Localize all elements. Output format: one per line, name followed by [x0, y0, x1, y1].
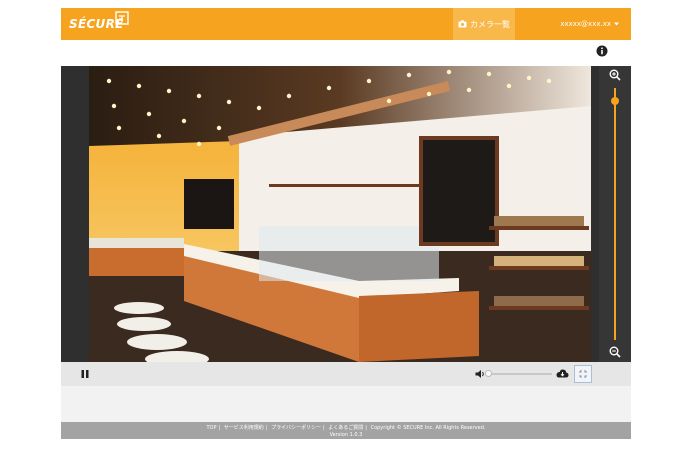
zoom-in-icon[interactable]: [609, 69, 621, 81]
camera-viewer: [61, 66, 631, 362]
content-blank-area: [61, 386, 631, 422]
volume-slider-handle[interactable]: [485, 370, 492, 377]
logo-mark-icon: [115, 11, 129, 25]
player-controls: [61, 362, 631, 386]
fit-screen-icon: [579, 370, 587, 378]
info-icon[interactable]: [596, 45, 608, 57]
footer: TOP | サービス利用規約 | プライバシーポリシー | よくあるご質問 | Copy…: [61, 422, 631, 439]
footer-link-top[interactable]: TOP: [207, 425, 217, 431]
volume-slider[interactable]: [485, 370, 552, 377]
footer-links: TOP | サービス利用規約 | プライバシーポリシー | よくあるご質問 | Copy…: [206, 425, 486, 431]
zoom-slider-handle[interactable]: [611, 96, 619, 105]
footer-copyright: Copyright © SECURE Inc. All Rights Reser…: [370, 425, 486, 431]
footer-version: Version 1.0.3: [329, 432, 363, 438]
pause-icon[interactable]: [80, 369, 90, 379]
zoom-rail: [599, 66, 631, 362]
nav-camera-list[interactable]: カメラ一覧: [453, 8, 515, 40]
user-menu[interactable]: xxxxx@xxx.xx: [560, 8, 619, 40]
camera-icon: [458, 20, 467, 28]
zoom-out-icon[interactable]: [609, 346, 621, 358]
app-header: SÉCURE カメラ一覧 xxxxx@xxx.xx: [61, 8, 631, 40]
footer-link-privacy[interactable]: プライバシーポリシー: [271, 425, 321, 431]
zoom-slider-track[interactable]: [614, 88, 616, 340]
fit-screen-button[interactable]: [574, 365, 592, 383]
camera-feed-image[interactable]: [89, 66, 591, 362]
nav-camera-label: カメラ一覧: [470, 19, 510, 29]
footer-link-faq[interactable]: よくあるご質問: [328, 425, 363, 431]
chevron-down-icon: [614, 22, 619, 26]
snapshot-icon[interactable]: [556, 368, 569, 380]
footer-link-terms[interactable]: サービス利用規約: [224, 425, 264, 431]
user-email: xxxxx@xxx.xx: [560, 20, 611, 28]
